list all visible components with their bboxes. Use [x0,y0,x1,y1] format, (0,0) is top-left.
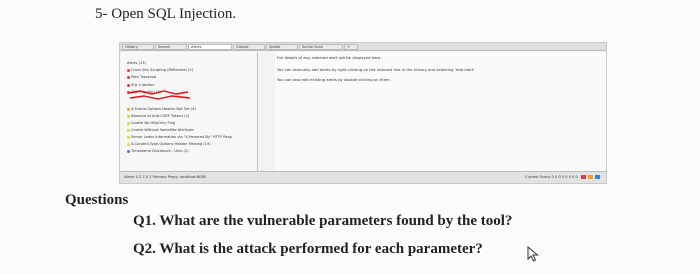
tree-item: X-Content-Type-Options Header Missing (1… [127,142,211,147]
tree-item: X-Frame-Options Header Not Set (4) [127,107,196,112]
zap-screenshot: History Search Alerts Output Spider Acti… [119,42,607,184]
tab-search: Search [155,43,187,50]
mouse-cursor-icon [527,246,539,262]
detail-line: You can also edit existing alerts by dou… [277,77,391,82]
tab-alerts: Alerts [188,43,232,50]
tab-active-scan: Active Scan [299,43,343,50]
alerts-tree: Alerts (13) Cross Site Scripting (Reflec… [121,52,258,172]
question-1: Q1. What are the vulnerable parameters f… [133,213,513,229]
status-bar: Alerts 0 2 2 0 1 Primary Proxy: localhos… [120,171,606,183]
scans-counter: Current Scans 0 0 0 0 0 0 0 0 [525,175,600,179]
tree-item: Cross Site Scripting (Reflected) (2) [127,68,193,73]
tree-item: Cookie Without SameSite Attribute [127,128,194,133]
detail-line: Full details of any selected alert will … [277,55,382,60]
tab-history: History [122,43,154,50]
task-heading: 5- Open SQL Injection. [95,6,237,22]
red-scribble-annotation [128,90,191,100]
tree-item: Cookie No HttpOnly Flag [127,121,175,126]
tree-item: Absence of Anti-CSRF Tokens (2) [127,114,189,119]
tab-output: Output [233,43,265,50]
tool-tab-bar: History Search Alerts Output Spider Acti… [120,43,606,51]
question-2: Q2. What is the attack performed for eac… [133,241,483,257]
tree-item: SQL Injection [127,83,155,88]
tree-item: Path Traversal [127,75,156,80]
tree-item: Server Leaks Information via "X-Powered-… [127,135,232,140]
tab-spider: Spider [266,43,298,50]
detail-line: You can manually add alerts by right cli… [277,67,476,72]
tree-item: Timestamp Disclosure - Unix (2) [127,149,189,154]
alerts-counter: Alerts 0 2 2 0 1 Primary Proxy: localhos… [124,175,207,179]
questions-heading: Questions [65,192,129,208]
alert-detail-pane: Full details of any selected alert will … [275,52,606,172]
tree-root: Alerts (13) [127,61,146,65]
tab-add: + [344,43,358,50]
